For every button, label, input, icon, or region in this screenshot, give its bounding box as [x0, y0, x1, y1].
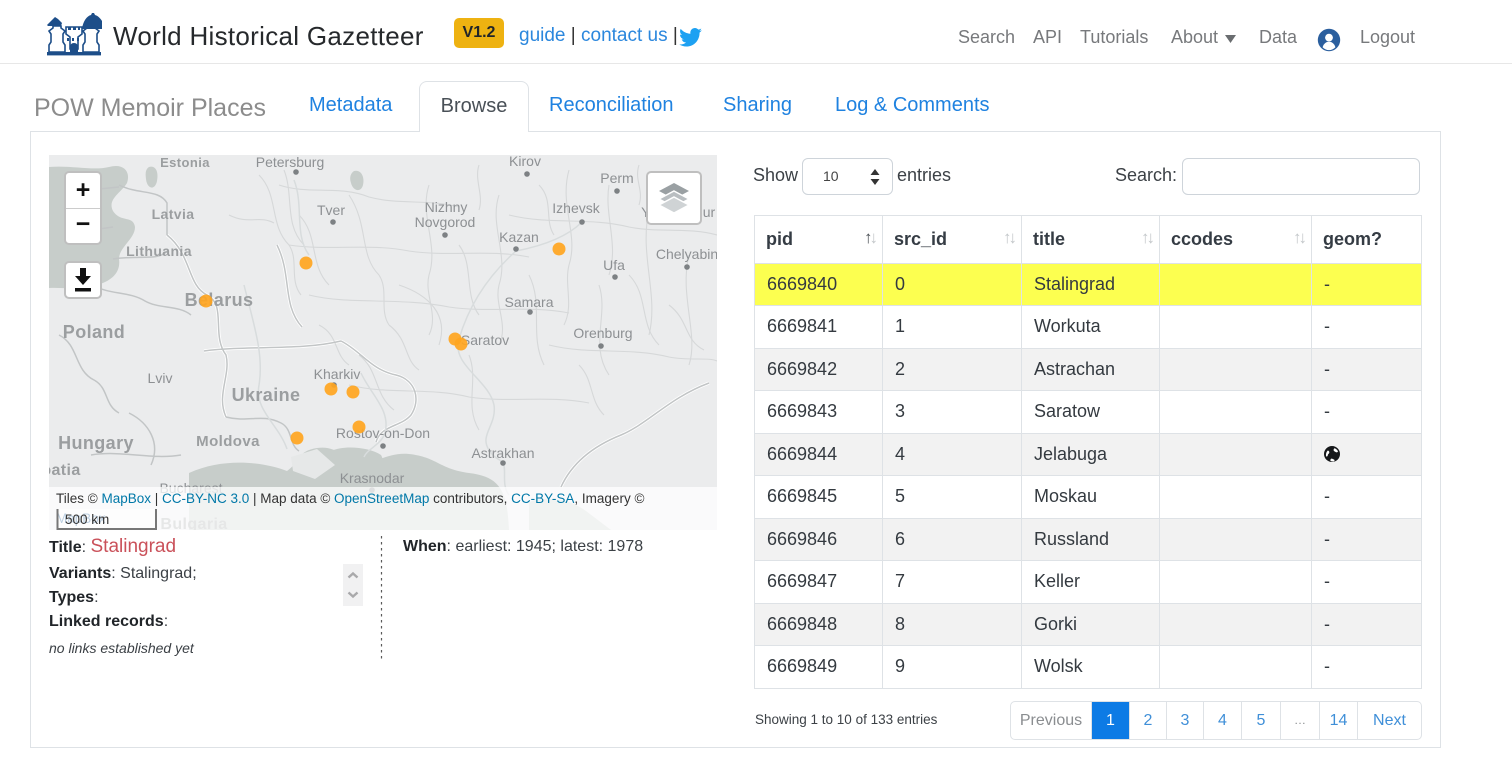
- svg-text:Samara: Samara: [504, 294, 553, 310]
- svg-text:Poland: Poland: [63, 322, 125, 342]
- svg-text:Rostov-on-Don: Rostov-on-Don: [336, 425, 430, 441]
- svg-text:Latvia: Latvia: [152, 206, 195, 222]
- svg-text:Krasnodar: Krasnodar: [340, 470, 405, 486]
- svg-text:Kirov: Kirov: [509, 155, 541, 169]
- svg-text:Tver: Tver: [317, 202, 345, 218]
- svg-text:Ukraine: Ukraine: [232, 385, 301, 405]
- svg-text:Lithuania: Lithuania: [126, 243, 192, 259]
- svg-text:Estonia: Estonia: [160, 155, 210, 170]
- svg-text:500 km: 500 km: [65, 512, 109, 527]
- svg-text:Saratov: Saratov: [461, 332, 509, 348]
- svg-text:Kharkiv: Kharkiv: [314, 366, 361, 382]
- svg-text:oatia: oatia: [49, 462, 81, 479]
- svg-text:Novgorod: Novgorod: [415, 214, 476, 230]
- svg-text:Petersburg: Petersburg: [256, 155, 324, 170]
- svg-text:Lviv: Lviv: [148, 370, 173, 386]
- svg-text:Moldova: Moldova: [196, 433, 260, 450]
- svg-text:Astrakhan: Astrakhan: [471, 445, 534, 461]
- svg-text:Orenburg: Orenburg: [573, 325, 632, 341]
- svg-text:Ufa: Ufa: [603, 257, 625, 273]
- svg-text:Kazan: Kazan: [499, 229, 539, 245]
- svg-text:Perm: Perm: [600, 170, 633, 186]
- svg-text:Izhevsk: Izhevsk: [552, 200, 600, 216]
- svg-text:Nizhny: Nizhny: [425, 199, 468, 215]
- svg-text:Chelyabin: Chelyabin: [656, 246, 717, 262]
- svg-text:ur: ur: [703, 204, 716, 220]
- svg-text:Tiles © MapBox | CC-BY-NC 3.0: Tiles © MapBox | CC-BY-NC 3.0 | Map data…: [56, 491, 644, 506]
- svg-text:Hungary: Hungary: [58, 433, 134, 453]
- svg-text:Belarus: Belarus: [185, 290, 254, 310]
